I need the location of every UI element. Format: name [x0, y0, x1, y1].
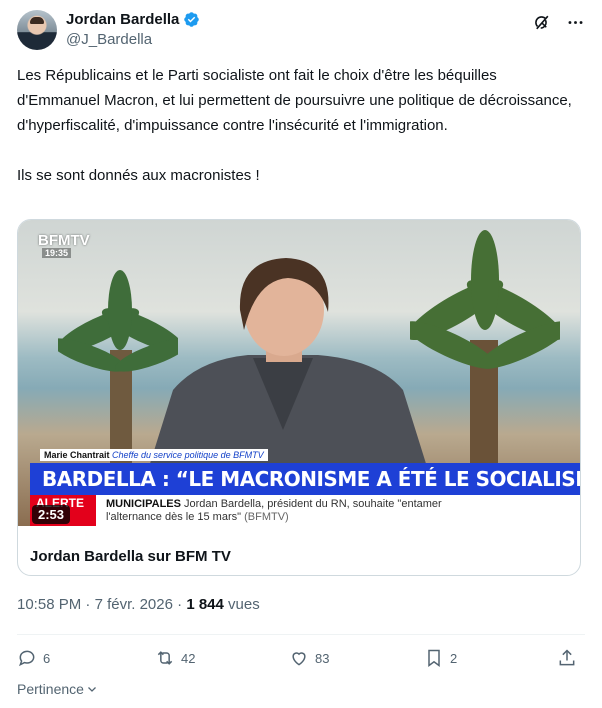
guest-role: Cheffe du service politique de BFMTV — [112, 450, 264, 460]
guest-figure — [148, 258, 428, 470]
reply-button[interactable]: 6 — [17, 646, 50, 670]
tweet-text: Les Républicains et le Parti socialiste … — [17, 63, 577, 188]
ticker-category: MUNICIPALES — [106, 498, 181, 510]
repost-icon — [157, 651, 173, 665]
like-count: 83 — [315, 650, 330, 666]
meta-separator: · — [85, 596, 91, 613]
ticker-source: (BFMTV) — [244, 511, 289, 523]
share-icon — [559, 649, 575, 666]
guest-name: Marie Chantrait — [44, 450, 110, 460]
like-icon — [292, 652, 306, 666]
tweet-date[interactable]: 7 févr. 2026 — [95, 596, 173, 613]
divider — [17, 634, 585, 635]
channel-logo: BFMTV — [38, 232, 90, 249]
chevron-down-icon — [87, 687, 96, 692]
news-ticker: ALERTE MUNICIPALES Jordan Bardella, prés… — [30, 495, 580, 526]
bookmark-button[interactable]: 2 — [424, 646, 457, 670]
meta-separator: · — [177, 596, 183, 613]
reply-icon — [19, 650, 35, 667]
bookmark-count: 2 — [450, 650, 458, 666]
video-duration: 2:53 — [32, 505, 71, 524]
bookmark-icon — [428, 649, 440, 667]
relevance-sort-dropdown[interactable]: Pertinence — [17, 681, 98, 697]
share-button[interactable] — [557, 646, 577, 670]
views-count: 1 844 — [186, 596, 224, 613]
author-handle[interactable]: @J_Bardella — [66, 31, 152, 48]
grok-icon[interactable] — [531, 12, 551, 32]
reply-count: 6 — [43, 650, 51, 666]
video-thumbnail[interactable]: BFMTV 19:35 Marie Chantrait Cheffe du se… — [18, 220, 580, 526]
palm-tree-right — [410, 230, 560, 490]
views-label: vues — [228, 596, 260, 613]
tweet-header: Jordan Bardella @J_Bardella — [17, 10, 585, 50]
relevance-label: Pertinence — [17, 681, 84, 697]
guest-caption: Marie Chantrait Cheffe du service politi… — [40, 449, 268, 461]
video-card[interactable]: BFMTV 19:35 Marie Chantrait Cheffe du se… — [17, 219, 581, 576]
ticker-body: MUNICIPALES Jordan Bardella, président d… — [106, 498, 486, 524]
more-icon[interactable] — [565, 12, 585, 32]
repost-count: 42 — [181, 650, 196, 666]
repost-button[interactable]: 42 — [155, 646, 195, 670]
author-name-row: Jordan Bardella — [66, 11, 200, 28]
header-actions — [531, 12, 585, 32]
tweet-meta: 10:58 PM · 7 févr. 2026 · 1 844 vues — [17, 596, 260, 613]
action-bar: 6 42 83 2 — [17, 646, 583, 670]
headline-banner: BARDELLA : “LE MACRONISME A ÉTÉ LE SOCIA… — [30, 463, 580, 495]
avatar[interactable] — [17, 10, 57, 50]
verified-badge-icon[interactable] — [183, 11, 200, 28]
video-card-title[interactable]: Jordan Bardella sur BFM TV — [30, 548, 231, 565]
author-display-name[interactable]: Jordan Bardella — [66, 11, 179, 28]
broadcast-clock: 19:35 — [42, 248, 72, 258]
like-button[interactable]: 83 — [289, 646, 329, 670]
tweet-paragraph-1: Les Républicains et le Parti socialiste … — [17, 67, 572, 134]
tweet-paragraph-2: Ils se sont donnés aux macronistes ! — [17, 167, 260, 184]
tweet-time[interactable]: 10:58 PM — [17, 596, 81, 613]
